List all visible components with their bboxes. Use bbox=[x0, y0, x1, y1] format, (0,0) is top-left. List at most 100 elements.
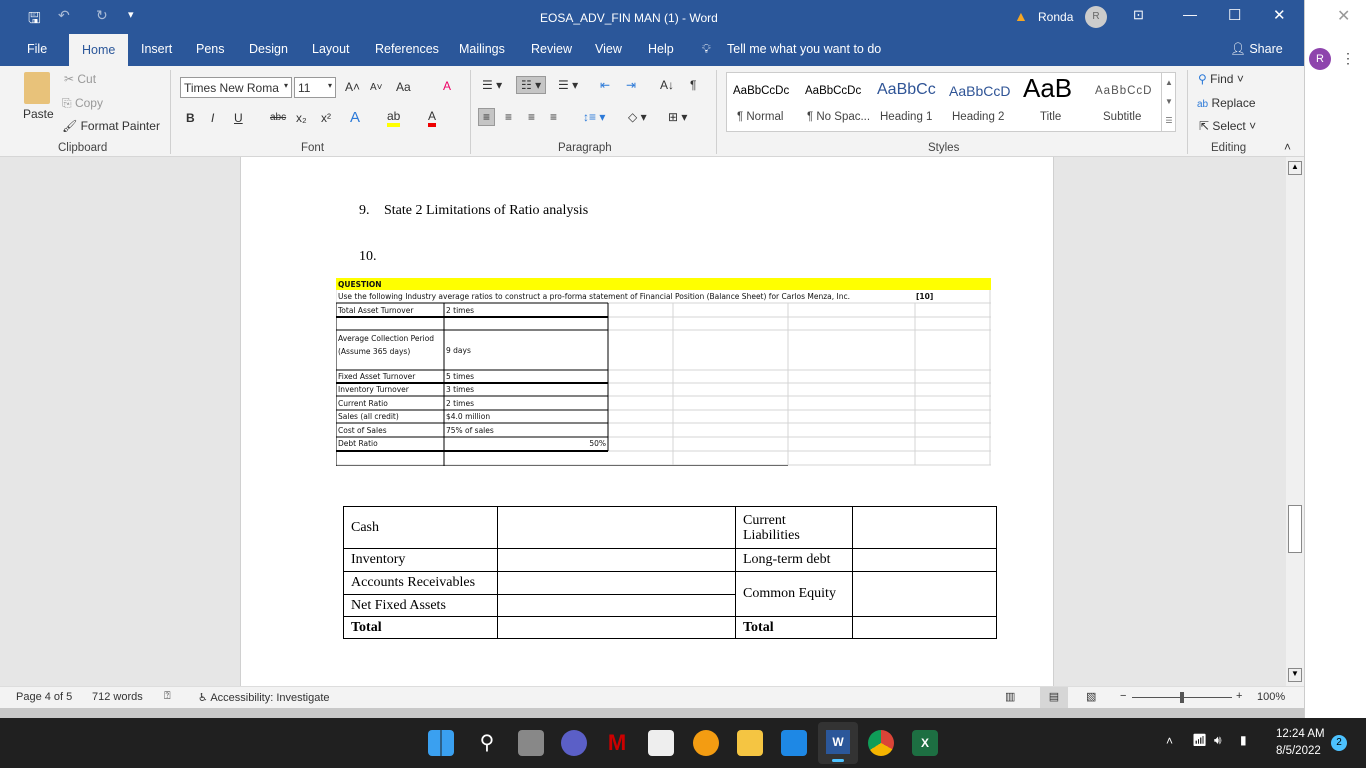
maximize-icon[interactable]: ☐ bbox=[1228, 6, 1241, 24]
tab-layout[interactable]: Layout bbox=[312, 42, 350, 56]
close-icon[interactable]: ✕ bbox=[1273, 6, 1286, 24]
tab-references[interactable]: References bbox=[375, 42, 439, 56]
clock-date[interactable]: 8/5/2022 bbox=[1276, 745, 1321, 757]
tab-view[interactable]: View bbox=[595, 42, 622, 56]
show-marks-icon[interactable]: ¶ bbox=[690, 78, 696, 92]
align-center-icon[interactable]: ≡ bbox=[505, 110, 512, 124]
bs-cell[interactable] bbox=[852, 506, 997, 549]
bs-cell[interactable] bbox=[497, 594, 736, 617]
search-icon[interactable]: ⚲ bbox=[474, 730, 500, 756]
wifi-icon[interactable]: 📶︎ bbox=[1192, 733, 1207, 747]
bs-cell[interactable] bbox=[852, 548, 997, 572]
undo-icon[interactable]: ↶ bbox=[58, 7, 70, 24]
text-effects-icon[interactable]: A bbox=[350, 109, 360, 126]
store-icon[interactable] bbox=[648, 730, 674, 756]
show-hidden-icons[interactable]: ˄ bbox=[1166, 734, 1173, 748]
scroll-up-icon[interactable]: ▲ bbox=[1288, 161, 1302, 175]
task-view-icon[interactable] bbox=[518, 730, 544, 756]
tab-review[interactable]: Review bbox=[531, 42, 572, 56]
scroll-down-icon[interactable]: ▼ bbox=[1288, 668, 1302, 682]
accessibility-status[interactable]: ♿︎ Accessibility: Investigate bbox=[198, 691, 330, 704]
numbering-icon[interactable]: ☷ ▾ bbox=[516, 76, 547, 94]
zoom-out-button[interactable]: − bbox=[1120, 690, 1126, 702]
zoom-in-button[interactable]: + bbox=[1236, 690, 1242, 702]
share-button[interactable]: 👤︎ Share bbox=[1230, 42, 1283, 57]
select-button[interactable]: ⇱ Select ˅ bbox=[1199, 119, 1256, 133]
style-normal-preview[interactable]: AaBbCcDc bbox=[733, 85, 789, 97]
align-right-icon[interactable]: ≡ bbox=[528, 110, 535, 124]
highlight-icon[interactable]: ab bbox=[387, 109, 401, 127]
excel-icon[interactable]: X bbox=[912, 730, 938, 756]
user-name[interactable]: Ronda bbox=[1038, 10, 1073, 24]
paste-icon[interactable] bbox=[24, 72, 50, 104]
style-nospacing[interactable]: ¶ No Spac... bbox=[807, 111, 870, 123]
font-name-select[interactable]: Times New Roma ▾ bbox=[180, 77, 292, 98]
underline-button[interactable]: U bbox=[234, 111, 243, 125]
file-explorer-icon[interactable] bbox=[737, 730, 763, 756]
user-avatar[interactable]: R bbox=[1085, 6, 1107, 28]
bs-cell[interactable] bbox=[497, 548, 736, 572]
paste-button[interactable]: Paste bbox=[23, 107, 54, 121]
clock-time[interactable]: 12:24 AM bbox=[1276, 728, 1325, 740]
tab-home[interactable]: Home bbox=[69, 34, 129, 66]
bold-button[interactable]: B bbox=[186, 111, 195, 125]
tab-design[interactable]: Design bbox=[249, 42, 288, 56]
cut-button[interactable]: ✂ Cut bbox=[64, 72, 96, 86]
shading-icon[interactable]: ◇ ▾ bbox=[628, 110, 647, 124]
bullets-icon[interactable]: ☰ ▾ bbox=[482, 78, 502, 92]
save-icon[interactable]: 🖫 bbox=[28, 8, 41, 33]
collapse-ribbon-icon[interactable]: ˄ bbox=[1284, 140, 1291, 154]
customize-qat-icon[interactable]: ▾ bbox=[128, 8, 134, 21]
bs-cell[interactable] bbox=[497, 616, 736, 639]
style-title-preview[interactable]: AaB bbox=[1023, 73, 1072, 104]
style-title[interactable]: Title bbox=[1040, 111, 1061, 123]
subscript-button[interactable]: x₂ bbox=[296, 111, 307, 125]
more-icon[interactable]: ⋮ bbox=[1341, 50, 1355, 67]
vertical-scrollbar[interactable]: ▲ ▼ bbox=[1286, 157, 1304, 686]
word-count[interactable]: 712 words bbox=[92, 691, 143, 703]
tab-insert[interactable]: Insert bbox=[141, 42, 172, 56]
sort-icon[interactable]: A↓ bbox=[660, 78, 674, 92]
web-layout-icon[interactable]: ▧ bbox=[1086, 690, 1096, 703]
word-taskbar-button[interactable]: W bbox=[818, 722, 858, 764]
style-heading1[interactable]: Heading 1 bbox=[880, 111, 932, 123]
style-normal[interactable]: ¶ Normal bbox=[737, 111, 783, 123]
styles-scroll[interactable]: ▲ ▼ ☰ bbox=[1161, 73, 1176, 131]
style-subtitle[interactable]: Subtitle bbox=[1103, 111, 1141, 123]
shrink-font-icon[interactable]: A˅ bbox=[370, 82, 383, 93]
minimize-icon[interactable]: — bbox=[1183, 6, 1197, 22]
ribbon-display-icon[interactable]: ⊡ bbox=[1133, 7, 1144, 23]
page-indicator[interactable]: Page 4 of 5 bbox=[16, 691, 72, 703]
borders-icon[interactable]: ⊞ ▾ bbox=[668, 110, 687, 124]
multilevel-list-icon[interactable]: ☰ ▾ bbox=[558, 78, 578, 92]
clear-formatting-icon[interactable]: A bbox=[443, 79, 451, 93]
tab-mailings[interactable]: Mailings bbox=[459, 42, 505, 56]
bs-cell[interactable] bbox=[852, 571, 997, 617]
browser-close-icon[interactable]: ✕ bbox=[1337, 6, 1350, 26]
superscript-button[interactable]: x² bbox=[321, 111, 331, 125]
style-nospacing-preview[interactable]: AaBbCcDc bbox=[805, 85, 861, 97]
increase-indent-icon[interactable]: ⇥ bbox=[626, 78, 636, 92]
bs-cell[interactable] bbox=[497, 571, 736, 595]
tab-file[interactable]: File bbox=[27, 42, 47, 56]
print-layout-icon[interactable]: ▤ bbox=[1040, 687, 1068, 708]
replace-button[interactable]: ab Replace bbox=[1197, 96, 1256, 110]
redo-icon[interactable]: ↻ bbox=[96, 7, 108, 24]
font-size-select[interactable]: 11 ▾ bbox=[294, 77, 336, 98]
font-color-icon[interactable]: A bbox=[428, 109, 437, 127]
teams-chat-icon[interactable] bbox=[561, 730, 587, 756]
battery-icon[interactable]: ▮ bbox=[1240, 733, 1247, 747]
line-spacing-icon[interactable]: ↕≡ ▾ bbox=[583, 110, 605, 124]
align-left-icon[interactable]: ≡ bbox=[478, 108, 496, 126]
style-heading2-preview[interactable]: AaBbCcD bbox=[949, 83, 1010, 99]
strikethrough-button[interactable]: abc bbox=[270, 112, 286, 123]
chrome-icon[interactable] bbox=[868, 730, 894, 756]
decrease-indent-icon[interactable]: ⇤ bbox=[600, 78, 610, 92]
vpn-icon[interactable] bbox=[693, 730, 719, 756]
find-button[interactable]: ⚲ Find ˅ bbox=[1198, 72, 1244, 86]
browser-avatar[interactable]: R bbox=[1309, 48, 1331, 70]
scroll-thumb[interactable] bbox=[1288, 505, 1302, 553]
copy-button[interactable]: ⎘ Copy bbox=[62, 96, 103, 111]
mcafee-icon[interactable]: M bbox=[604, 730, 630, 756]
style-heading2[interactable]: Heading 2 bbox=[952, 111, 1004, 123]
